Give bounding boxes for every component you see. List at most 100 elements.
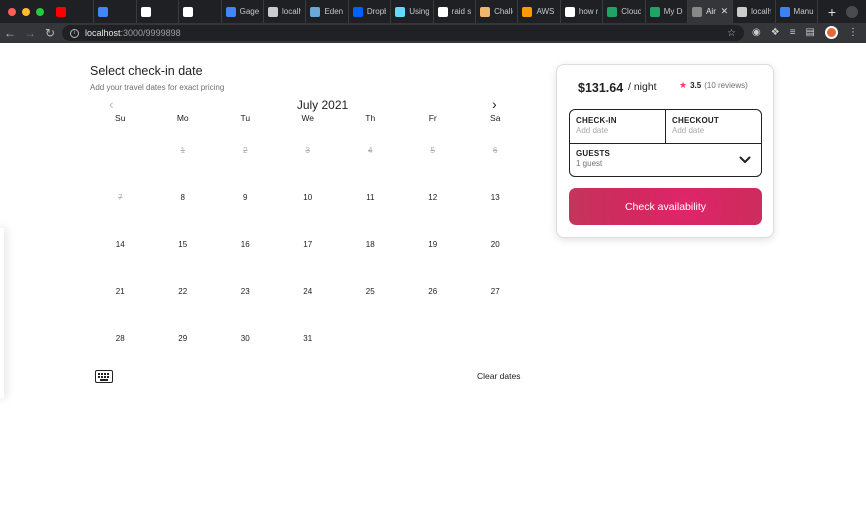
booking-inputs: CHECK-IN Add date CHECKOUT Add date GUES… <box>569 109 762 177</box>
checkin-field[interactable]: CHECK-IN Add date <box>570 110 665 143</box>
bookmark-star-icon[interactable]: ☆ <box>727 28 736 39</box>
weekday-label: Tu <box>240 113 251 123</box>
browser-tab[interactable]: My Dr <box>646 0 689 23</box>
browser-tab[interactable] <box>137 0 180 23</box>
calendar-day: 2 <box>243 146 248 155</box>
reload-button[interactable]: ↻ <box>40 26 60 40</box>
back-button[interactable]: ← <box>0 26 20 40</box>
chevron-down-icon <box>739 156 751 163</box>
browser-tab[interactable]: Challe <box>476 0 519 23</box>
reading-list-icon[interactable]: ≡ <box>790 27 796 38</box>
calendar-day[interactable]: 18 <box>339 240 402 249</box>
checkout-field[interactable]: CHECKOUT Add date <box>665 110 761 143</box>
menu-kebab-icon[interactable]: ⋮ <box>848 27 858 38</box>
image-icon <box>310 6 321 17</box>
browser-tab[interactable]: localh <box>264 0 307 23</box>
sidebar-icon[interactable]: ▤ <box>806 27 815 38</box>
url-path: :3000/9999898 <box>120 28 181 38</box>
calendar-day[interactable]: 22 <box>152 287 215 296</box>
calendar-day[interactable]: 20 <box>464 240 527 249</box>
price-unit: / night <box>628 81 657 93</box>
browser-tab[interactable]: Manu <box>776 0 818 23</box>
calendar-day[interactable]: 24 <box>277 287 340 296</box>
weekday-label: Su <box>115 113 126 123</box>
calendar-day[interactable]: 8 <box>152 193 215 202</box>
calendar-day[interactable]: 16 <box>214 240 277 249</box>
calendar-day[interactable]: 26 <box>402 287 465 296</box>
calendar-day[interactable]: 19 <box>402 240 465 249</box>
globe-icon <box>737 6 748 17</box>
weekday-label: Th <box>365 113 376 123</box>
calendar-week: 7 8 9 10 11 12 13 <box>89 174 527 221</box>
browser-tab[interactable]: Eden <box>306 0 349 23</box>
frame-icon <box>140 6 151 17</box>
browser-tab[interactable] <box>179 0 222 23</box>
google-icon <box>564 6 575 17</box>
calendar-day[interactable]: 25 <box>339 287 402 296</box>
hand-icon <box>480 6 491 17</box>
dropbox-icon <box>352 6 363 17</box>
calendar-day[interactable]: 30 <box>214 334 277 343</box>
tab-label: Manu <box>793 7 813 16</box>
minimize-window-button[interactable] <box>22 7 30 16</box>
tab-label: My Dr <box>663 7 684 16</box>
calendar-day[interactable]: 29 <box>152 334 215 343</box>
browser-tab[interactable]: Air ✕ <box>688 0 734 23</box>
calendar-day[interactable]: 17 <box>277 240 340 249</box>
extension-icon[interactable]: ◉ <box>752 27 761 38</box>
calendar-day[interactable]: 14 <box>89 240 152 249</box>
tab-search-button[interactable] <box>846 5 858 18</box>
cube-icon <box>779 6 790 17</box>
browser-tab[interactable]: Gage <box>222 0 265 23</box>
browser-tab[interactable]: AWS F <box>518 0 561 23</box>
close-window-button[interactable] <box>8 7 16 16</box>
guests-value: 1 guest <box>576 159 603 168</box>
google-icon <box>437 6 448 17</box>
calendar-day[interactable]: 28 <box>89 334 152 343</box>
browser-tab[interactable]: Cloud <box>603 0 646 23</box>
react-icon <box>395 6 406 17</box>
forward-button[interactable]: → <box>20 26 40 40</box>
calendar-day[interactable]: 23 <box>214 287 277 296</box>
calendar-day: 7 <box>118 193 123 202</box>
profile-avatar[interactable] <box>825 26 838 39</box>
calendar-day[interactable]: 21 <box>89 287 152 296</box>
browser-tab[interactable]: Using <box>391 0 434 23</box>
tab-strip: Gage localh Eden Dropb Using raid si Challe AWS… <box>52 0 818 23</box>
docs-icon <box>98 6 109 17</box>
rating-value: 3.5 <box>690 81 702 90</box>
calendar-day[interactable]: 13 <box>464 193 527 202</box>
browser-tab[interactable] <box>94 0 137 23</box>
extensions-puzzle-icon[interactable]: ❖ <box>771 27 780 38</box>
booking-card: $131.64 / night ★ 3.5 (10 reviews) CHECK… <box>556 64 774 238</box>
tab-label: localh <box>282 7 302 16</box>
tab-label: Dropb <box>366 7 386 16</box>
review-count[interactable]: (10 reviews) <box>704 81 748 90</box>
address-bar[interactable]: i localhost:3000/9999898 ☆ <box>62 25 744 41</box>
browser-tab[interactable] <box>52 0 95 23</box>
calendar-day[interactable]: 11 <box>339 193 402 202</box>
browser-tab[interactable]: how n <box>561 0 604 23</box>
new-tab-button[interactable]: + <box>818 4 846 20</box>
previous-month-button[interactable]: ‹ <box>109 96 114 112</box>
zoom-window-button[interactable] <box>36 7 44 16</box>
site-info-icon[interactable]: i <box>70 28 79 38</box>
calendar-day[interactable]: 27 <box>464 287 527 296</box>
keyboard-shortcuts-icon[interactable] <box>95 370 113 383</box>
guests-field[interactable]: GUESTS 1 guest <box>570 144 761 176</box>
browser-tab[interactable]: Dropb <box>349 0 392 23</box>
checkout-label: CHECKOUT <box>672 116 719 125</box>
browser-tab[interactable]: raid si <box>434 0 477 23</box>
calendar-day[interactable]: 9 <box>214 193 277 202</box>
close-tab-icon[interactable]: ✕ <box>721 6 729 17</box>
calendar-day[interactable]: 12 <box>402 193 465 202</box>
check-availability-button[interactable]: Check availability <box>569 188 762 225</box>
calendar-day[interactable]: 15 <box>152 240 215 249</box>
weekday-label: We <box>301 113 315 123</box>
tab-label: how n <box>578 7 599 16</box>
clear-dates-button[interactable]: Clear dates <box>477 371 520 381</box>
calendar-day[interactable]: 10 <box>277 193 340 202</box>
calendar-day[interactable]: 31 <box>277 334 340 343</box>
browser-tab[interactable]: localh <box>733 0 776 23</box>
next-month-button[interactable]: › <box>492 96 497 112</box>
